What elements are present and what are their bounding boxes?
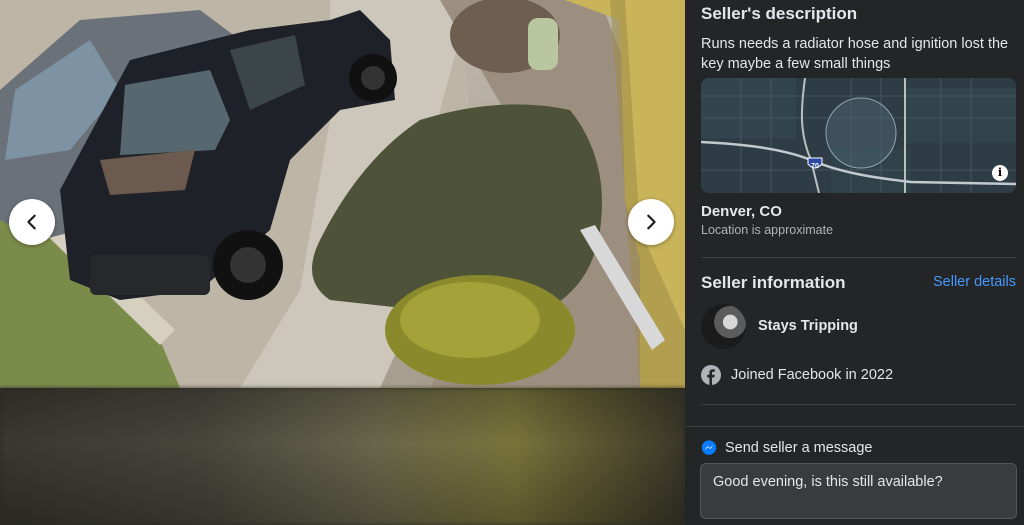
- listing-photo: [0, 0, 685, 388]
- location-city: Denver, CO: [701, 203, 782, 220]
- description-heading: Seller's description: [701, 4, 858, 23]
- map-roads: 70: [701, 78, 1016, 193]
- chevron-left-icon: [27, 214, 36, 230]
- photo-backdrop-blur: [0, 388, 685, 525]
- seller-avatar[interactable]: [701, 304, 746, 349]
- seller-info-heading: Seller information: [701, 273, 846, 292]
- interstate-shield-label: 70: [811, 163, 819, 170]
- facebook-icon: [701, 365, 721, 385]
- section-divider: [701, 404, 1016, 405]
- seller-details-link[interactable]: Seller details: [933, 274, 1016, 290]
- message-header: Send seller a message: [701, 440, 873, 456]
- next-photo-button[interactable]: [628, 199, 674, 245]
- image-viewer: [0, 0, 685, 525]
- seller-description-text: Runs needs a radiator hose and ignition …: [701, 36, 1009, 72]
- chevron-right-icon: [647, 214, 656, 230]
- listing-details-panel[interactable]: Seller's description Runs needs a radiat…: [685, 0, 1024, 525]
- location-approx-note: Location is approximate: [701, 223, 834, 237]
- seller-name[interactable]: Stays Tripping: [758, 318, 858, 334]
- info-icon[interactable]: i: [992, 165, 1008, 181]
- section-divider: [701, 257, 1016, 258]
- messenger-icon: [701, 440, 717, 455]
- send-message-label: Send seller a message: [725, 440, 873, 456]
- listing-photo-scene: [0, 0, 685, 388]
- message-input[interactable]: Good evening, is this still available?: [700, 463, 1017, 519]
- joined-facebook-text: Joined Facebook in 2022: [731, 367, 894, 383]
- message-composer: Send seller a message Good evening, is t…: [685, 426, 1024, 525]
- location-map[interactable]: 70 i: [701, 78, 1016, 193]
- previous-photo-button[interactable]: [9, 199, 55, 245]
